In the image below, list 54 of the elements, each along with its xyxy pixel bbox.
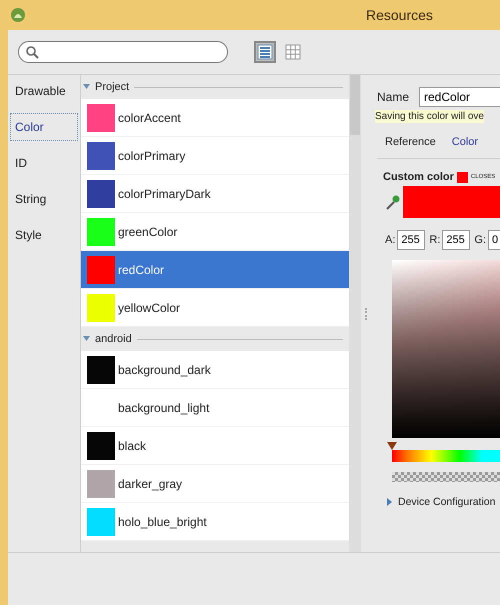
group-title: android	[95, 333, 132, 345]
resource-name: colorPrimaryDark	[118, 186, 211, 200]
name-label: Name	[377, 90, 410, 104]
resource-name: redColor	[118, 262, 164, 276]
resource-row[interactable]: colorPrimaryDark	[81, 175, 349, 213]
resource-name: black	[118, 438, 146, 452]
group-title: Project	[95, 81, 130, 93]
splitter-grip-icon[interactable]	[365, 308, 369, 320]
resource-name: greenColor	[118, 224, 178, 238]
editor-tab[interactable]: Color	[452, 136, 478, 148]
resource-row[interactable]: colorPrimary	[81, 137, 349, 175]
resource-row[interactable]: background_light	[81, 389, 349, 427]
channel-label: A:	[385, 234, 396, 246]
resource-name: holo_blue_bright	[118, 514, 207, 528]
resource-row[interactable]: greenColor	[81, 213, 349, 251]
resource-row[interactable]: background_dark	[81, 351, 349, 389]
channel-label: R:	[429, 234, 440, 246]
android-head-icon	[10, 7, 26, 23]
category-tab[interactable]: Color	[10, 113, 78, 141]
resource-name: background_dark	[118, 362, 211, 376]
channel-field[interactable]: 255	[442, 230, 470, 250]
category-tab[interactable]: Drawable	[10, 77, 78, 105]
resource-row[interactable]: black	[81, 427, 349, 465]
resource-name: colorPrimary	[118, 148, 186, 162]
list-view-button[interactable]	[254, 41, 276, 63]
custom-color-label: Custom color	[383, 171, 454, 183]
category-tab[interactable]: String	[10, 185, 78, 213]
resource-row[interactable]: colorAccent	[81, 99, 349, 137]
category-tab[interactable]: ID	[10, 149, 78, 177]
expanded-arrow-icon[interactable]	[83, 336, 90, 342]
resource-name: colorAccent	[118, 110, 181, 124]
channel-field[interactable]: 255	[397, 230, 426, 250]
channel-field[interactable]: 0	[488, 230, 500, 250]
channel-label: G:	[474, 234, 486, 246]
editor-tab[interactable]: Reference	[385, 136, 436, 148]
resource-name: darker_gray	[118, 476, 182, 490]
warning-message: Saving this color will ove	[375, 110, 484, 123]
eyedropper-icon[interactable]	[385, 193, 401, 211]
window-title: Resources	[366, 7, 433, 23]
search-icon	[25, 45, 39, 59]
resource-row[interactable]: holo_blue_bright	[81, 503, 349, 541]
resource-name: yellowColor	[118, 300, 180, 314]
resource-row[interactable]: yellowColor	[81, 289, 349, 327]
collapsed-arrow-icon	[387, 498, 393, 506]
name-field[interactable]: redColor	[419, 87, 500, 107]
resource-row[interactable]: redColor	[81, 251, 349, 289]
hue-slider-thumb[interactable]	[387, 442, 397, 450]
category-tab[interactable]: Style	[10, 221, 78, 249]
resource-row[interactable]: darker_gray	[81, 465, 349, 503]
saturation-value-picker[interactable]	[392, 260, 500, 438]
scrollbar-thumb[interactable]	[350, 75, 360, 135]
resource-name: background_light	[118, 400, 210, 414]
search-field[interactable]	[18, 41, 228, 63]
expanded-arrow-icon[interactable]	[83, 84, 90, 90]
